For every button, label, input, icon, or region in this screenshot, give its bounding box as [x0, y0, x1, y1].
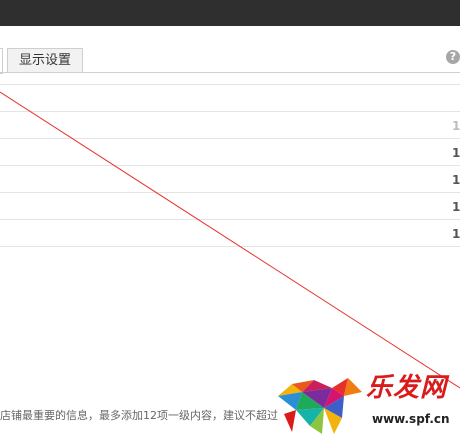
row-number: 1	[452, 146, 460, 160]
row-number: 1	[452, 227, 460, 241]
row-divider	[0, 84, 460, 85]
top-bar	[0, 0, 460, 26]
row-divider	[0, 111, 460, 112]
row-number: 1	[452, 119, 460, 133]
row-number: 1	[452, 173, 460, 187]
tab-display-settings[interactable]: 显示设置	[7, 48, 83, 72]
row-divider	[0, 219, 460, 220]
row-divider	[0, 165, 460, 166]
row-divider	[0, 192, 460, 193]
row-divider	[0, 138, 460, 139]
row-divider	[0, 246, 460, 247]
help-icon[interactable]: ?	[446, 50, 460, 64]
tab-previous[interactable]	[0, 48, 3, 74]
row-number: 1	[452, 200, 460, 214]
watermark-url: www.spf.cn	[372, 412, 450, 426]
footer-hint: 店铺最重要的信息，最多添加12项一级内容，建议不超过	[0, 409, 278, 422]
watermark-logo-text: 乐发网	[366, 373, 448, 403]
tab-strip-divider	[0, 72, 460, 73]
app-window: 显示设置 ? 1 1 1 1 1 店铺最重要的信息，最多添加12项一级内容，建议…	[0, 0, 460, 441]
bull-logo-icon	[278, 378, 362, 434]
watermark: 乐发网 www.spf.cn	[274, 372, 460, 441]
